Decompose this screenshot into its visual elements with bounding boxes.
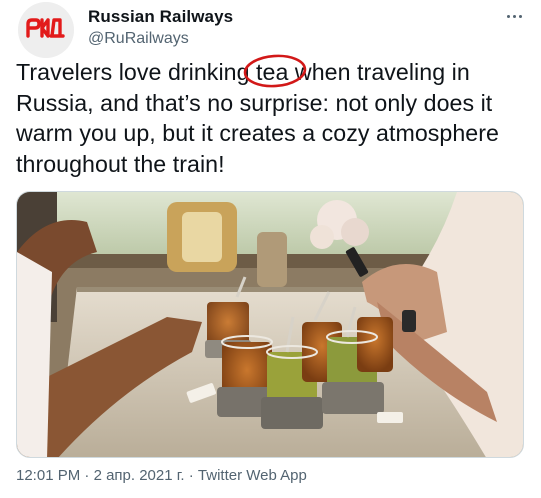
tweet-metadata: 12:01 PM · 2 апр. 2021 г. · Twitter Web … [16, 467, 307, 484]
highlighted-word: tea [243, 54, 307, 88]
tweet-photo[interactable] [16, 191, 524, 458]
highlighted-word-text: tea [256, 59, 289, 85]
avatar[interactable] [18, 2, 74, 58]
rzd-logo-icon [18, 2, 74, 58]
more-options-button[interactable] [500, 6, 528, 26]
display-name[interactable]: Russian Railways [88, 7, 233, 27]
meta-separator: · [184, 467, 198, 484]
more-horizontal-icon [505, 14, 523, 18]
meta-separator: · [80, 467, 94, 484]
tweet-text-before: Travelers love drinking [16, 59, 257, 85]
tweet-time[interactable]: 12:01 PM [16, 467, 80, 484]
tweet-source[interactable]: Twitter Web App [198, 467, 307, 484]
tweet-card: Russian Railways @RuRailways Travelers l… [0, 0, 541, 498]
user-handle[interactable]: @RuRailways [88, 30, 189, 48]
tweet-date[interactable]: 2 апр. 2021 г. [94, 467, 185, 484]
photo-tea-glasses-icon [17, 192, 523, 457]
tweet-text: Travelers love drinking tea when traveli… [16, 54, 526, 179]
